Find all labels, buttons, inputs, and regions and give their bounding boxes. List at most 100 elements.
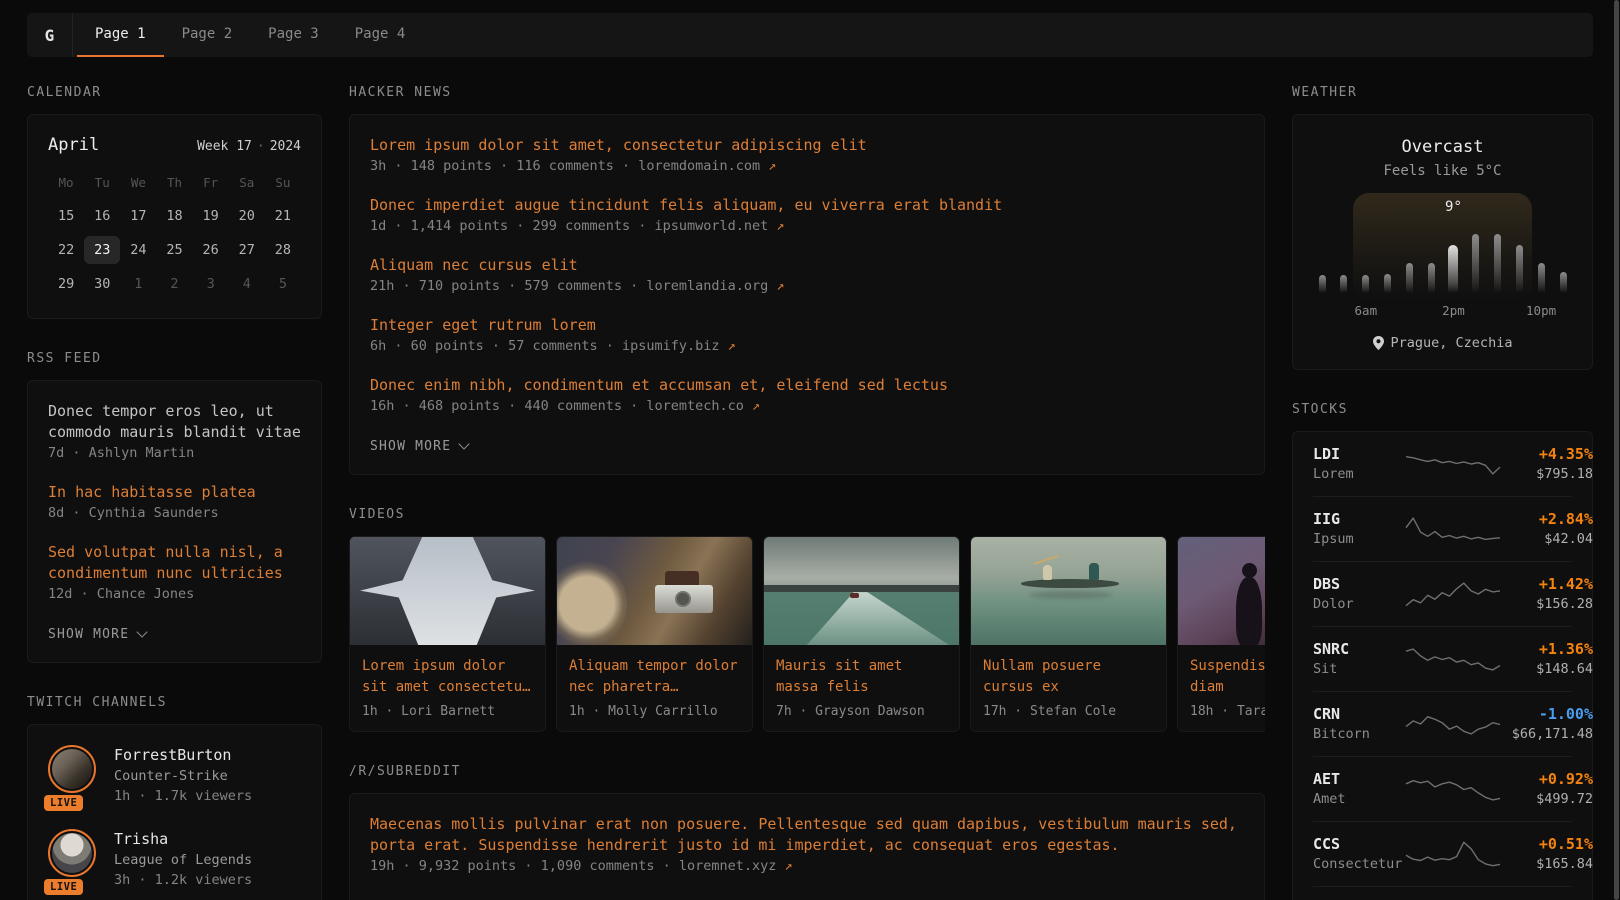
stock-price: $795.18: [1501, 465, 1593, 484]
hackernews-item-meta: 6h · 60 points · 57 comments · ipsumify.…: [370, 336, 1244, 357]
thumb-art: [850, 593, 859, 598]
stocks-card: LDILorem+4.35%$795.18IIGIpsum+2.84%$42.0…: [1292, 431, 1593, 900]
rss-item-link[interactable]: Donec tempor eros leo, ut commodo mauris…: [48, 401, 301, 443]
calendar-day: 26: [193, 236, 229, 264]
calendar-day: 19: [193, 202, 229, 230]
twitch-channel-row[interactable]: LIVE ForrestBurton Counter-Strike 1h · 1…: [48, 745, 301, 807]
thumb-art: [675, 591, 691, 607]
stock-identity: LDILorem: [1313, 444, 1405, 484]
stock-symbol: IIG: [1313, 509, 1405, 530]
hackernews-show-more-button[interactable]: SHOW MORE: [370, 439, 468, 454]
calendar-day-next-month: 4: [229, 270, 265, 298]
external-link-icon[interactable]: ↗: [728, 338, 736, 354]
subreddit-post-link[interactable]: Maecenas mollis pulvinar erat non posuer…: [370, 814, 1244, 856]
twitch-channel-name[interactable]: Trisha: [114, 829, 252, 850]
hackernews-item-link[interactable]: Aliquam nec cursus elit: [370, 255, 1244, 276]
stock-row: AETAmet+0.92%$499.72: [1313, 756, 1572, 821]
stock-row: AHS+0.46%: [1313, 886, 1572, 900]
video-title-link[interactable]: Lorem ipsum dolor sit amet consectetu…: [362, 656, 533, 698]
dow-label: Th: [156, 171, 192, 196]
external-link-icon[interactable]: ↗: [776, 218, 784, 234]
video-title-link[interactable]: Mauris sit amet massa felis: [776, 656, 947, 698]
twitch-channel-game: Counter-Strike: [114, 766, 252, 786]
stock-symbol: SNRC: [1313, 639, 1405, 660]
rss-show-more-button[interactable]: SHOW MORE: [48, 627, 146, 642]
video-thumbnail[interactable]: [971, 537, 1166, 645]
dow-label: Fr: [193, 171, 229, 196]
calendar-day: 29: [48, 270, 84, 298]
video-title-link[interactable]: Aliquam tempor dolor nec pharetra…: [569, 656, 740, 698]
calendar-day-next-month: 2: [156, 270, 192, 298]
location-pin-icon: [1373, 336, 1384, 350]
video-thumbnail[interactable]: [764, 537, 959, 645]
rss-item: Donec tempor eros leo, ut commodo mauris…: [48, 401, 301, 464]
video-thumbnail[interactable]: [557, 537, 752, 645]
rss-section: RSS FEED Donec tempor eros leo, ut commo…: [27, 351, 322, 663]
stock-price: $165.84: [1501, 855, 1593, 874]
external-link-icon[interactable]: ↗: [768, 158, 776, 174]
hackernews-item: Integer eget rutrum lorem 6h · 60 points…: [370, 315, 1244, 357]
hackernews-item: Aliquam nec cursus elit 21h · 710 points…: [370, 255, 1244, 297]
video-thumbnail[interactable]: [350, 537, 545, 645]
twitch-channel-info: ForrestBurton Counter-Strike 1h · 1.7k v…: [114, 745, 252, 807]
rss-item-meta: 12d · Chance Jones: [48, 584, 301, 605]
video-card[interactable]: Suspendisse diam 18h · Tara: [1177, 536, 1265, 732]
external-link-icon[interactable]: ↗: [752, 398, 760, 414]
thumb-art: [1029, 591, 1113, 599]
video-thumbnail[interactable]: [1178, 537, 1265, 645]
video-card[interactable]: Lorem ipsum dolor sit amet consectetu… 1…: [349, 536, 546, 732]
weather-location-text: Prague, Czechia: [1391, 335, 1513, 351]
external-link-icon[interactable]: ↗: [776, 278, 784, 294]
video-title-link[interactable]: Suspendisse diam: [1190, 656, 1265, 698]
thumb-art: [1236, 577, 1262, 645]
video-card[interactable]: Nullam posuere cursus ex 17h · Stefan Co…: [970, 536, 1167, 732]
hackernews-item-link[interactable]: Donec imperdiet augue tincidunt felis al…: [370, 195, 1244, 216]
video-card-body: Lorem ipsum dolor sit amet consectetu… 1…: [350, 645, 545, 731]
weather-condition: Overcast: [1317, 137, 1568, 157]
twitch-channel-row[interactable]: LIVE Trisha League of Legends 3h · 1.2k …: [48, 829, 301, 891]
videos-section-title: VIDEOS: [349, 507, 1265, 522]
twitch-channel-meta: 1h · 1.7k viewers: [114, 786, 252, 807]
hackernews-item-link[interactable]: Lorem ipsum dolor sit amet, consectetur …: [370, 135, 1244, 156]
twitch-channel-name[interactable]: ForrestBurton: [114, 745, 252, 766]
hackernews-item-meta: 21h · 710 points · 579 comments · loreml…: [370, 276, 1244, 297]
rss-item-link[interactable]: In hac habitasse platea: [48, 482, 301, 503]
hackernews-item-meta: 16h · 468 points · 440 comments · loremt…: [370, 396, 1244, 417]
stock-sparkline-wrap: [1405, 707, 1501, 741]
calendar-day-selected: 23: [84, 236, 120, 264]
hackernews-section: HACKER NEWS Lorem ipsum dolor sit amet, …: [349, 85, 1265, 475]
tab-page-3[interactable]: Page 3: [250, 13, 337, 57]
hackernews-item-link[interactable]: Integer eget rutrum lorem: [370, 315, 1244, 336]
video-title-link[interactable]: Nullam posuere cursus ex: [983, 656, 1154, 698]
twitch-section-title: TWITCH CHANNELS: [27, 695, 322, 710]
tab-page-2[interactable]: Page 2: [164, 13, 251, 57]
twitch-card: LIVE ForrestBurton Counter-Strike 1h · 1…: [27, 724, 322, 900]
calendar-day: 27: [229, 236, 265, 264]
calendar-day: 15: [48, 202, 84, 230]
tab-page-4[interactable]: Page 4: [337, 13, 424, 57]
tab-page-1[interactable]: Page 1: [77, 13, 164, 57]
subreddit-section-title: /R/SUBREDDIT: [349, 764, 1265, 779]
video-meta: 1h · Lori Barnett: [362, 704, 533, 719]
video-card[interactable]: Aliquam tempor dolor nec pharetra… 1h · …: [556, 536, 753, 732]
stock-sparkline: [1405, 577, 1501, 611]
stock-change-percent: +1.42%: [1501, 574, 1593, 595]
rss-item-meta: 7d · Ashlyn Martin: [48, 443, 301, 464]
hackernews-card: Lorem ipsum dolor sit amet, consectetur …: [349, 114, 1265, 475]
external-link-icon[interactable]: ↗: [785, 858, 793, 874]
page-scrollbar[interactable]: [1614, 0, 1619, 900]
weather-bar: [1362, 275, 1369, 293]
weather-section: WEATHER Overcast Feels like 5°C 9° 6am2p…: [1292, 85, 1593, 370]
stock-sparkline-wrap: [1405, 642, 1501, 676]
hackernews-item-link[interactable]: Donec enim nibh, condimentum et accumsan…: [370, 375, 1244, 396]
video-meta: 17h · Stefan Cole: [983, 704, 1154, 719]
rss-item-link[interactable]: Sed volutpat nulla nisl, a condimentum n…: [48, 542, 301, 584]
video-card[interactable]: Mauris sit amet massa felis 7h · Grayson…: [763, 536, 960, 732]
stock-identity: SNRCSit: [1313, 639, 1405, 679]
stock-name: Lorem: [1313, 465, 1405, 484]
stocks-section: STOCKS LDILorem+4.35%$795.18IIGIpsum+2.8…: [1292, 402, 1593, 900]
meta-text: 3h · 148 points · 116 comments · loremdo…: [370, 158, 760, 174]
calendar-day: 16: [84, 202, 120, 230]
stock-change-percent: +2.84%: [1501, 509, 1593, 530]
weather-bar: [1516, 245, 1523, 293]
